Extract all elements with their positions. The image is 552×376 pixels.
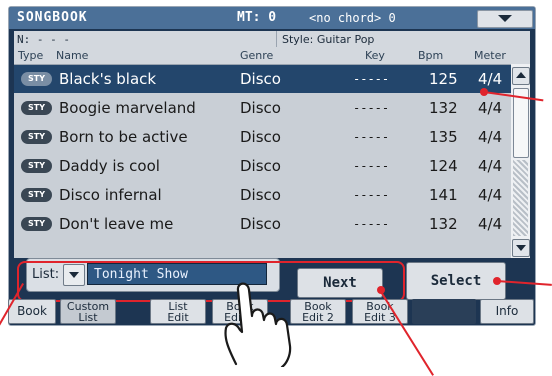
row-bpm: 135 [429, 128, 458, 146]
select-button[interactable]: Select [406, 262, 506, 300]
tab-info[interactable]: Info [480, 299, 534, 324]
scroll-down-button[interactable] [512, 239, 530, 257]
style-name: Style: Guitar Pop [282, 33, 375, 46]
row-genre: Disco [240, 215, 281, 233]
row-bpm: 141 [429, 186, 458, 204]
tab-label-line: Edit [167, 311, 189, 324]
row-name: Black's black [59, 70, 157, 88]
table-row[interactable]: STY Black's black Disco ----- 125 4/4 [14, 65, 511, 93]
scroll-track[interactable] [513, 160, 528, 236]
column-bpm[interactable]: Bpm [418, 49, 443, 62]
row-meter: 4/4 [478, 70, 503, 88]
chord-display: <no chord> 0 [309, 11, 396, 25]
table-row[interactable]: STY Don't leave me Disco ----- 132 4/4 [14, 210, 511, 238]
row-name: Daddy is cool [59, 157, 160, 175]
row-name: Boogie marveland [59, 99, 196, 117]
column-header: Type Name Genre Key Bpm Meter [14, 47, 530, 65]
row-name: Disco infernal [59, 186, 162, 204]
table-row[interactable]: STY Daddy is cool Disco ----- 124 4/4 [14, 152, 511, 180]
style-type-badge: STY [21, 72, 52, 86]
row-genre: Disco [240, 186, 281, 204]
songbook-list-panel: N: - - - Style: Guitar Pop Type Name Gen… [14, 31, 530, 258]
row-name: Don't leave me [59, 215, 174, 233]
table-row[interactable]: STY Disco infernal Disco ----- 141 4/4 [14, 181, 511, 209]
row-genre: Disco [240, 99, 281, 117]
table-row[interactable]: STY Born to be active Disco ----- 135 4/… [14, 123, 511, 151]
tab-custom-list[interactable]: Custom List [60, 299, 116, 324]
tab-list-edit[interactable]: List Edit [150, 299, 206, 324]
style-type-badge: STY [21, 130, 52, 144]
chevron-down-icon [498, 15, 512, 22]
row-meter: 4/4 [478, 99, 503, 117]
style-type-badge: STY [21, 217, 52, 231]
tab-empty [412, 299, 476, 324]
row-meter: 4/4 [478, 157, 503, 175]
row-bpm: 125 [429, 70, 458, 88]
page-menu-button[interactable] [477, 10, 533, 28]
chevron-down-icon [516, 245, 526, 251]
table-row[interactable]: STY Boogie marveland Disco ----- 132 4/4 [14, 94, 511, 122]
style-type-badge: STY [21, 188, 52, 202]
row-key: ----- [353, 130, 390, 144]
row-bpm: 132 [429, 215, 458, 233]
title-bar: SONGBOOK MT: 0 <no chord> 0 [9, 7, 535, 29]
tab-label-line: List [78, 311, 98, 324]
row-genre: Disco [240, 157, 281, 175]
column-name[interactable]: Name [56, 49, 88, 62]
column-key[interactable]: Key [365, 49, 385, 62]
info-bar: N: - - - Style: Guitar Pop [14, 31, 530, 47]
row-name: Born to be active [59, 128, 188, 146]
divider [276, 31, 277, 47]
row-meter: 4/4 [478, 215, 503, 233]
row-key: ----- [353, 188, 390, 202]
row-genre: Disco [240, 70, 281, 88]
row-meter: 4/4 [478, 128, 503, 146]
row-meter: 4/4 [478, 186, 503, 204]
row-genre: Disco [240, 128, 281, 146]
hand-pointer-icon [224, 282, 292, 367]
style-type-badge: STY [21, 101, 52, 115]
row-key: ----- [353, 101, 390, 115]
column-type[interactable]: Type [18, 49, 43, 62]
row-key: ----- [353, 72, 390, 86]
chevron-up-icon [516, 72, 526, 78]
song-number: N: - - - [17, 33, 70, 46]
master-transpose: MT: 0 [237, 10, 277, 25]
scroll-up-button[interactable] [512, 67, 530, 85]
row-key: ----- [353, 217, 390, 231]
style-type-badge: STY [21, 159, 52, 173]
row-bpm: 132 [429, 99, 458, 117]
column-genre[interactable]: Genre [240, 49, 273, 62]
column-meter[interactable]: Meter [474, 49, 506, 62]
row-bpm: 124 [429, 157, 458, 175]
row-key: ----- [353, 159, 390, 173]
page-title: SONGBOOK [17, 10, 88, 25]
list-scrollbar[interactable] [511, 64, 530, 258]
tab-book[interactable]: Book [8, 299, 56, 324]
